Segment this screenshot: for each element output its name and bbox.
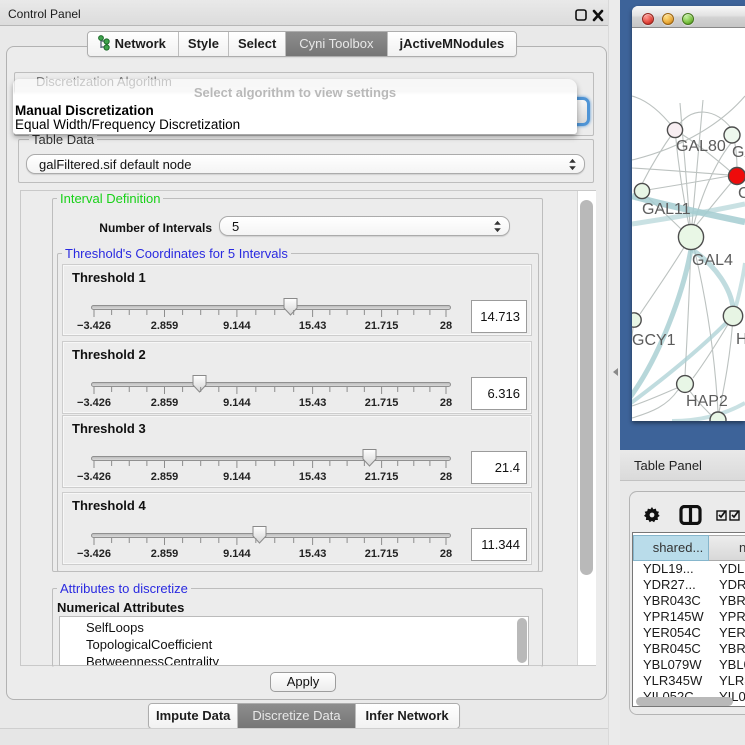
svg-text:GCY1: GCY1 [632, 332, 676, 349]
svg-text:GAL4: GAL4 [692, 252, 733, 269]
svg-text:HAP2: HAP2 [686, 393, 728, 410]
svg-text:GA: GA [732, 144, 745, 161]
svg-text:C: C [738, 185, 745, 202]
svg-text:H: H [736, 331, 745, 348]
svg-text:GAL80: GAL80 [676, 138, 726, 155]
svg-text:GAL11: GAL11 [642, 201, 691, 218]
